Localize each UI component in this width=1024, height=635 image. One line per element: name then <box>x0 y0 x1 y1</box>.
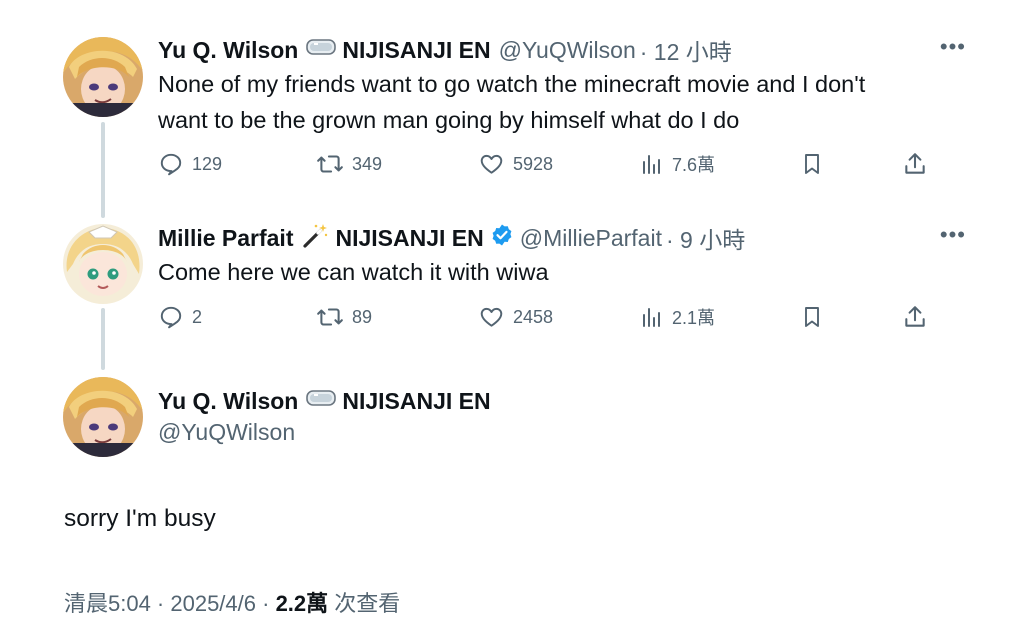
handle[interactable]: @MillieParfait <box>520 225 662 252</box>
share-button[interactable] <box>902 304 928 330</box>
more-horizontal-icon[interactable]: ••• <box>940 222 966 248</box>
like-count: 5928 <box>513 153 554 174</box>
reply-button[interactable]: 2 <box>158 304 202 330</box>
tweet-text-line: want to be the grown man going by himsel… <box>158 107 740 133</box>
tweet-header: Yu Q. Wilson NIJISANJI EN @YuQWilson · 1… <box>158 33 732 67</box>
org-name: NIJISANJI EN <box>335 224 484 251</box>
display-name[interactable]: Millie Parfait <box>158 225 293 252</box>
display-name[interactable]: Yu Q. Wilson <box>158 388 298 415</box>
avatar[interactable] <box>63 37 143 117</box>
tweet-text: None of my friends want to go watch the … <box>158 66 958 138</box>
share-icon <box>905 306 925 327</box>
views-icon <box>643 308 660 327</box>
retweet-icon <box>317 155 343 173</box>
views-button[interactable]: 2.1萬 <box>640 304 715 330</box>
tweet-meta: 清晨5:04 · 2025/4/6 · 2.2萬 次查看 <box>64 586 400 618</box>
more-horizontal-icon[interactable]: ••• <box>940 34 966 60</box>
retweet-count: 89 <box>352 306 373 327</box>
thread-line-2 <box>101 308 105 370</box>
views-count: 7.6萬 <box>672 155 716 175</box>
views-count: 2.2萬 <box>275 591 329 616</box>
magic-wand-emoji-icon <box>301 222 329 254</box>
views-button[interactable]: 7.6萬 <box>640 151 715 177</box>
main-tweet-header: Yu Q. Wilson NIJISANJI EN <box>158 387 491 415</box>
bookmark-icon <box>805 307 819 327</box>
retweet-button[interactable]: 89 <box>316 304 372 330</box>
org-name: NIJISANJI EN <box>342 387 491 414</box>
heart-icon <box>480 307 503 327</box>
org-name: NIJISANJI EN <box>342 36 491 63</box>
display-name[interactable]: Yu Q. Wilson <box>158 37 298 64</box>
goggles-emoji-icon <box>306 36 337 64</box>
handle[interactable]: @YuQWilson <box>158 419 295 446</box>
reply-button[interactable]: 129 <box>158 151 222 177</box>
avatar[interactable] <box>63 224 143 304</box>
views-count: 2.1萬 <box>672 308 716 328</box>
tweet-text: Come here we can watch it with wiwa <box>158 259 549 285</box>
views-icon <box>643 155 660 174</box>
retweet-count: 349 <box>352 153 383 174</box>
action-bar: 2 89 2458 2.1萬 <box>158 304 930 334</box>
like-button[interactable]: 2458 <box>478 304 553 330</box>
goggles-emoji-icon <box>306 387 337 415</box>
action-bar: 129 349 5928 7.6萬 <box>158 151 930 181</box>
verified-badge-icon <box>490 223 514 253</box>
views-label: 次查看 <box>328 591 401 616</box>
timestamp[interactable]: 清晨5:04 · 2025/4/6 · <box>64 591 276 616</box>
reply-icon <box>160 153 182 176</box>
main-tweet-text: sorry I'm busy <box>64 505 216 532</box>
like-button[interactable]: 5928 <box>478 151 553 177</box>
reply-count: 2 <box>192 306 203 327</box>
tweet-header: Millie Parfait NIJISANJI EN @MillieParfa… <box>158 221 745 255</box>
retweet-icon <box>317 308 343 326</box>
share-button[interactable] <box>902 151 928 177</box>
retweet-button[interactable]: 349 <box>316 151 382 177</box>
bookmark-button[interactable] <box>800 151 824 177</box>
reply-icon <box>160 306 182 329</box>
reply-count: 129 <box>192 153 223 174</box>
bookmark-icon <box>805 154 819 174</box>
heart-icon <box>480 154 503 174</box>
timestamp[interactable]: · 9 小時 <box>666 221 745 255</box>
share-icon <box>905 153 925 174</box>
like-count: 2458 <box>513 306 554 327</box>
handle[interactable]: @YuQWilson <box>499 37 636 64</box>
tweet-text-line: None of my friends want to go watch the … <box>158 71 866 97</box>
bookmark-button[interactable] <box>800 304 824 330</box>
avatar[interactable] <box>63 377 143 457</box>
timestamp[interactable]: · 12 小時 <box>640 33 732 67</box>
thread-line-1 <box>101 122 105 218</box>
